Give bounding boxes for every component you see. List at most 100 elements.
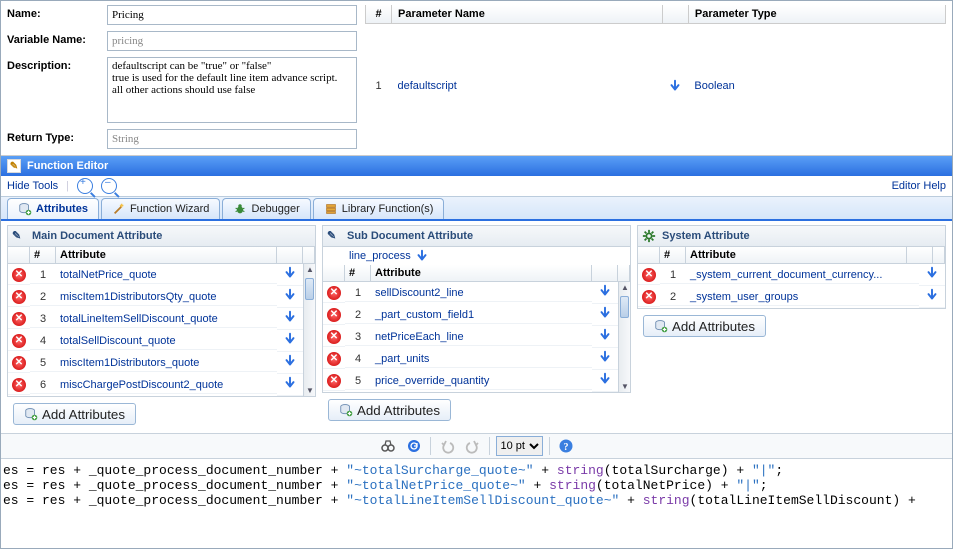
add-attributes-button[interactable]: Add Attributes — [13, 403, 136, 425]
attr-row[interactable]: ✕2miscItem1DistributorsQty_quote — [8, 286, 303, 308]
refresh-icon[interactable] — [404, 436, 424, 456]
sys-attr-list: ✕1_system_current_document_currency...✕2… — [638, 264, 945, 308]
delete-icon[interactable]: ✕ — [12, 290, 26, 304]
arrow-down-icon[interactable] — [598, 372, 612, 386]
attr-row-name: totalNetPrice_quote — [56, 267, 277, 284]
param-col-name: Parameter Name — [392, 5, 663, 23]
edit-icon: ✎ — [327, 229, 341, 243]
arrow-down-icon[interactable] — [283, 266, 297, 280]
arrow-down-icon[interactable] — [598, 328, 612, 342]
arrow-down-icon[interactable] — [283, 376, 297, 390]
arrow-down-icon[interactable] — [662, 23, 688, 149]
name-input[interactable] — [107, 5, 357, 25]
delete-icon[interactable]: ✕ — [327, 308, 341, 322]
delete-icon[interactable]: ✕ — [12, 378, 26, 392]
attr-row-num: 1 — [345, 285, 371, 302]
arrow-down-icon — [415, 249, 429, 263]
attr-row[interactable]: ✕4totalSellDiscount_quote — [8, 330, 303, 352]
param-row[interactable]: 1 defaultscript Boolean — [366, 23, 946, 149]
attr-row-num: 2 — [345, 307, 371, 324]
help-icon[interactable] — [556, 436, 576, 456]
arrow-down-icon[interactable] — [283, 332, 297, 346]
arrow-down-icon[interactable] — [598, 284, 612, 298]
tab-function-wizard[interactable]: Function Wizard — [101, 198, 220, 219]
attr-row[interactable]: ✕1totalNetPrice_quote — [8, 264, 303, 286]
db-plus-icon — [654, 319, 668, 333]
delete-icon[interactable]: ✕ — [327, 330, 341, 344]
properties-pane: Name: Variable Name: Description: defaul… — [1, 1, 952, 156]
redo-icon[interactable] — [463, 436, 483, 456]
hide-tools-link[interactable]: Hide Tools — [7, 180, 58, 192]
attr-row-num: 5 — [345, 373, 371, 390]
tab-library[interactable]: Library Function(s) — [313, 198, 445, 219]
col-num: # — [660, 247, 686, 264]
tab-attributes[interactable]: Attributes — [7, 198, 99, 219]
attr-row-num: 6 — [30, 377, 56, 394]
attr-row[interactable]: ✕5price_override_quantity — [323, 370, 618, 392]
main-attr-list: ✕1totalNetPrice_quote✕2miscItem1Distribu… — [8, 264, 303, 396]
attr-row-num: 4 — [30, 333, 56, 350]
delete-icon[interactable]: ✕ — [327, 286, 341, 300]
scrollbar[interactable]: ▲▼ — [618, 282, 630, 392]
attr-row[interactable]: ✕4_part_units — [323, 348, 618, 370]
line-process-label: line_process — [349, 250, 411, 262]
attr-row-num: 5 — [30, 355, 56, 372]
attr-row-num: 3 — [30, 311, 56, 328]
tab-library-label: Library Function(s) — [342, 203, 434, 215]
attr-row[interactable]: ✕2_part_custom_field1 — [323, 304, 618, 326]
tab-debugger-label: Debugger — [251, 203, 299, 215]
delete-icon[interactable]: ✕ — [642, 268, 656, 282]
code-toolbar: 10 pt — [1, 433, 952, 459]
attr-row-name: sellDiscount2_line — [371, 285, 592, 302]
editor-toolbar: Hide Tools | Editor Help — [1, 176, 952, 197]
attr-row-name: _system_current_document_currency... — [686, 267, 919, 284]
attr-row[interactable]: ✕ 1sellDiscount2_line — [323, 282, 618, 304]
code-editor[interactable]: es = res + _quote_process_document_numbe… — [1, 459, 952, 512]
delete-icon[interactable]: ✕ — [12, 268, 26, 282]
attr-row-num: 4 — [345, 351, 371, 368]
attr-row[interactable]: ✕1_system_current_document_currency... — [638, 264, 945, 286]
delete-icon[interactable]: ✕ — [642, 290, 656, 304]
line-process-link[interactable]: line_process — [322, 247, 631, 265]
editor-help-link[interactable]: Editor Help — [892, 180, 946, 192]
tab-debugger[interactable]: Debugger — [222, 198, 310, 219]
arrow-down-icon[interactable] — [283, 310, 297, 324]
delete-icon[interactable]: ✕ — [12, 334, 26, 348]
arrow-down-icon[interactable] — [925, 288, 939, 302]
undo-icon[interactable] — [437, 436, 457, 456]
delete-icon[interactable]: ✕ — [12, 312, 26, 326]
find-icon[interactable] — [378, 436, 398, 456]
arrow-down-icon[interactable] — [598, 350, 612, 364]
delete-icon[interactable]: ✕ — [12, 356, 26, 370]
param-col-type: Parameter Type — [688, 5, 945, 23]
delete-icon[interactable]: ✕ — [327, 374, 341, 388]
add-attributes-button[interactable]: Add Attributes — [328, 399, 451, 421]
attribute-panels: ✎ Main Document Attribute # Attribute ✕1… — [1, 221, 952, 433]
col-attr: Attribute — [686, 247, 907, 264]
attr-row[interactable]: ✕6miscChargePostDiscount2_quote — [8, 374, 303, 396]
col-attr: Attribute — [371, 265, 592, 282]
col-attr: Attribute — [56, 247, 277, 264]
attr-row[interactable]: ✕5miscItem1Distributors_quote — [8, 352, 303, 374]
arrow-down-icon[interactable] — [925, 266, 939, 280]
description-textarea[interactable]: defaultscript can be "true" or "false" t… — [107, 57, 357, 123]
zoom-out-icon[interactable] — [101, 178, 117, 194]
add-attr-label: Add Attributes — [42, 407, 125, 422]
attr-row[interactable]: ✕3totalLineItemSellDiscount_quote — [8, 308, 303, 330]
system-attr-panel: System Attribute # Attribute ✕1_system_c… — [637, 225, 946, 433]
font-size-select[interactable]: 10 pt — [496, 436, 543, 456]
sub-attr-list: ✕1sellDiscount2_line✕2_part_custom_field… — [323, 282, 618, 392]
zoom-in-icon[interactable] — [77, 178, 93, 194]
add-attributes-button[interactable]: Add Attributes — [643, 315, 766, 337]
tab-wizard-label: Function Wizard — [130, 203, 209, 215]
attr-row[interactable]: ✕2_system_user_groups — [638, 286, 945, 308]
scrollbar[interactable]: ▲▼ — [303, 264, 315, 396]
db-plus-icon — [24, 407, 38, 421]
arrow-down-icon[interactable] — [598, 306, 612, 320]
arrow-down-icon[interactable] — [283, 288, 297, 302]
arrow-down-icon[interactable] — [283, 354, 297, 368]
attr-row[interactable]: ✕3netPriceEach_line — [323, 326, 618, 348]
name-label: Name: — [7, 5, 107, 20]
delete-icon[interactable]: ✕ — [327, 352, 341, 366]
return-type-input — [107, 129, 357, 149]
